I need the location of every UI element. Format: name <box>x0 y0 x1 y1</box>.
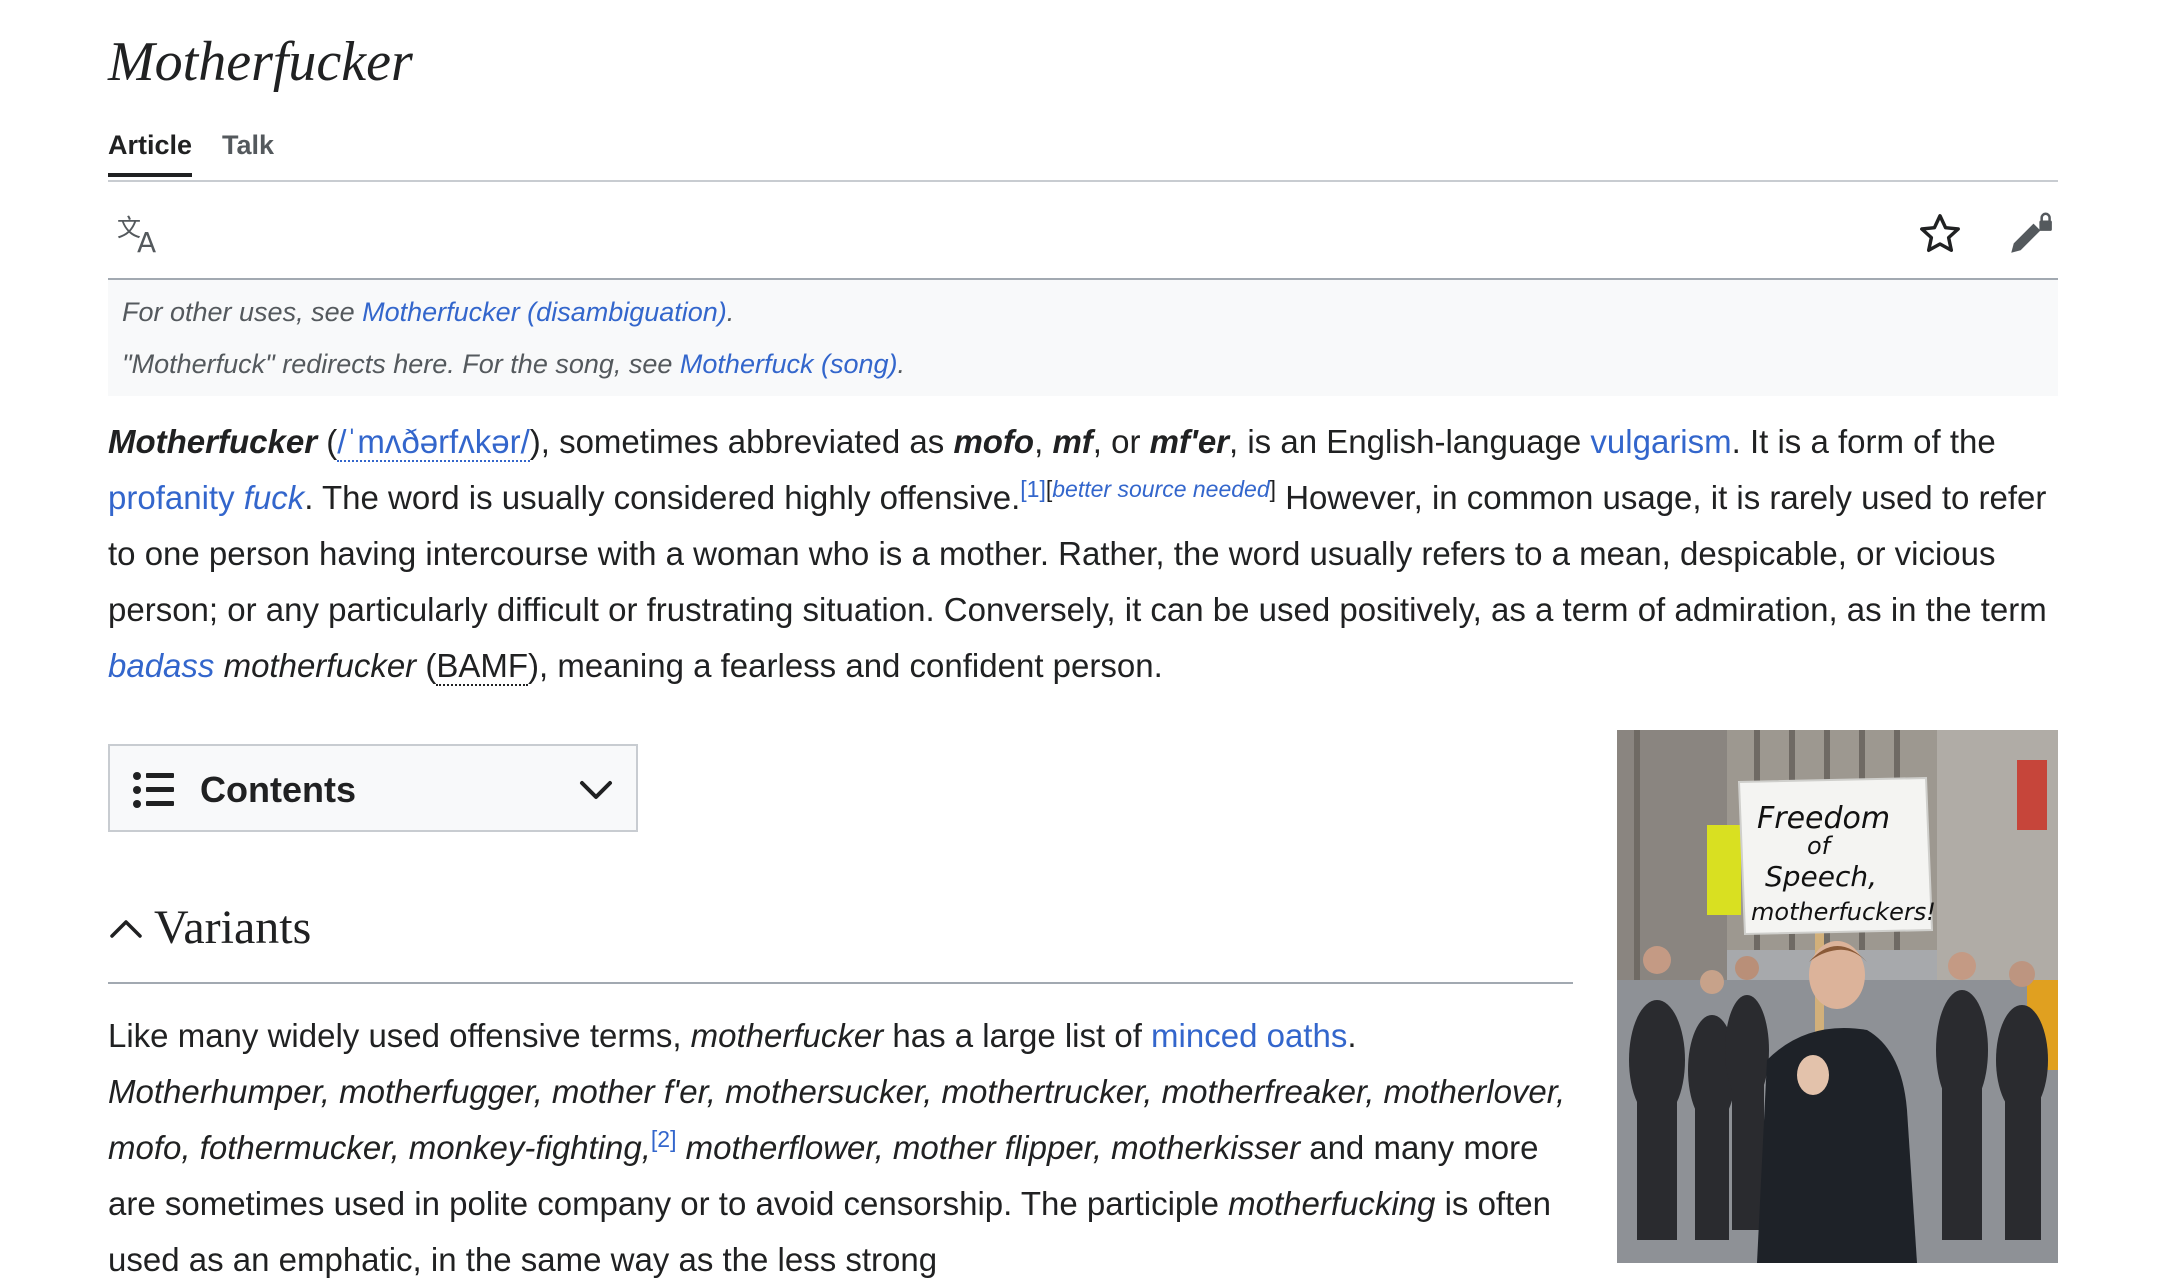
text: Like many widely used offensive terms, <box>108 1017 691 1054</box>
section-header-variants[interactable]: Variants <box>108 890 1573 984</box>
chevron-up-icon[interactable] <box>108 910 144 946</box>
text: ( <box>317 423 338 460</box>
hatnote-text: . <box>897 349 906 379</box>
star-icon[interactable] <box>1912 206 1968 262</box>
variant-list: motherflower, mother flipper, motherkiss… <box>676 1129 1301 1166</box>
badass-link[interactable]: badass <box>108 647 214 684</box>
term: motherfucking <box>1228 1185 1436 1222</box>
hatnote-redirect: "Motherfuck" redirects here. For the son… <box>122 344 905 384</box>
contents-toggle[interactable]: Contents <box>108 744 638 832</box>
song-link[interactable]: Motherfuck (song) <box>680 349 898 379</box>
lead-term: Motherfucker <box>108 423 318 460</box>
sign-line-2: of <box>1807 832 1834 860</box>
abbr-mofo: mofo <box>953 423 1035 460</box>
tab-talk[interactable]: Talk <box>222 125 274 177</box>
abbr-mfer: mf'er <box>1149 423 1230 460</box>
protest-photo-image: Freedom of Speech, motherfuckers! <box>1617 730 2058 1263</box>
disambiguation-link[interactable]: Motherfucker (disambiguation) <box>362 297 727 327</box>
vulgarism-link[interactable]: vulgarism <box>1590 423 1731 460</box>
text: has a large list of <box>883 1017 1152 1054</box>
term-motherfucker: motherfucker <box>214 647 417 684</box>
reference-2[interactable]: [2] <box>651 1126 677 1152</box>
text: ), meaning a fearless and confident pers… <box>528 647 1163 684</box>
translate-icon[interactable]: 文 A <box>112 206 168 262</box>
badass-link-text: badass <box>108 647 215 684</box>
reference-1[interactable]: [1] <box>1020 476 1046 502</box>
fuck-link-text: fuck <box>243 479 305 516</box>
abbr-mf: mf <box>1052 423 1093 460</box>
text <box>235 479 244 516</box>
hatnote-box: For other uses, see Motherfucker (disamb… <box>108 280 2058 396</box>
lead-paragraph: Motherfucker (/ˈmʌðərfʌkər/), sometimes … <box>108 414 2058 694</box>
page-toolbar: 文 A <box>108 200 2058 278</box>
chevron-down-icon <box>580 781 612 799</box>
tabs-divider <box>108 180 2058 182</box>
term: motherfucker <box>690 1017 884 1054</box>
text: ), sometimes abbreviated as <box>529 423 954 460</box>
minced-oaths-link[interactable]: minced oaths <box>1151 1017 1347 1054</box>
article-page: Motherfucker Article Talk 文 A For other <box>108 0 2058 1278</box>
text: , <box>1034 423 1053 460</box>
better-source-needed-text: better source needed <box>1052 476 1270 502</box>
section-divider <box>108 982 1573 984</box>
better-source-needed-link[interactable]: better source needed <box>1052 476 1269 502</box>
text: , is an English-language <box>1229 423 1591 460</box>
text: ( <box>416 647 437 684</box>
edit-lock-icon[interactable] <box>2002 206 2058 262</box>
page-title: Motherfucker <box>108 31 413 93</box>
svg-text:A: A <box>137 226 156 256</box>
section-title: Variants <box>154 901 312 954</box>
text: , or <box>1092 423 1150 460</box>
list-icon <box>133 772 174 808</box>
namespace-tabs: Article Talk <box>108 125 274 181</box>
ipa-pronunciation-link[interactable]: /ˈmʌðərfʌkər/ <box>337 423 530 462</box>
variants-paragraph: Like many widely used offensive terms, m… <box>108 1008 1573 1288</box>
hatnote-text: . <box>726 297 735 327</box>
profanity-link[interactable]: profanity <box>108 479 235 516</box>
text: . <box>1347 1017 1357 1054</box>
contents-label: Contents <box>200 769 356 810</box>
bamf-abbreviation: BAMF <box>436 647 529 686</box>
tab-article[interactable]: Article <box>108 125 193 177</box>
hatnote-disambiguation: For other uses, see Motherfucker (disamb… <box>122 292 734 332</box>
hatnote-text: "Motherfuck" redirects here. For the son… <box>122 349 680 379</box>
text: . It is a form of the <box>1731 423 1996 460</box>
text: . The word is usually considered highly … <box>304 479 1021 516</box>
sign-line-1: Freedom <box>1757 801 1890 836</box>
sign-line-4: motherfuckers! <box>1751 898 1936 926</box>
fuck-link[interactable]: fuck <box>244 479 305 516</box>
article-photo[interactable]: Freedom of Speech, motherfuckers! <box>1617 730 2058 1263</box>
sign-line-3: Speech, <box>1765 860 1877 893</box>
hatnote-text: For other uses, see <box>122 297 363 327</box>
